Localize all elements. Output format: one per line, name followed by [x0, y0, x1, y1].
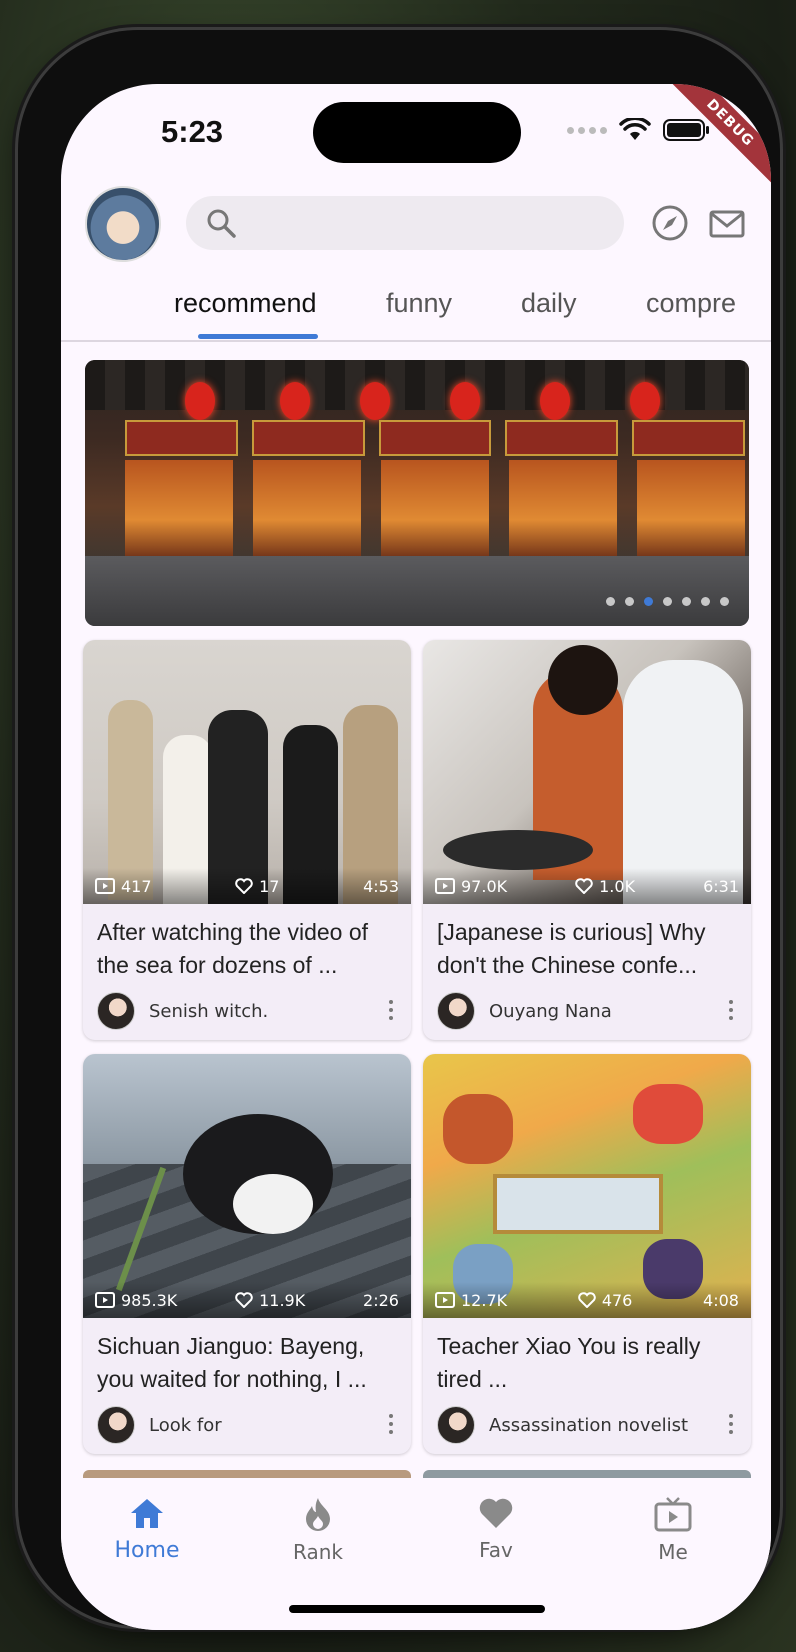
more-options-icon[interactable] [729, 1000, 735, 1024]
carousel-dot[interactable] [625, 597, 634, 606]
video-card-peek [423, 1470, 751, 1478]
author-avatar[interactable] [437, 1406, 475, 1444]
home-icon [131, 1499, 163, 1528]
video-title[interactable]: Sichuan Jianguo: Bayeng, you waited for … [97, 1330, 397, 1396]
video-thumbnail[interactable]: 417 17 4:53 [83, 640, 411, 904]
search-icon [207, 209, 236, 238]
video-card[interactable]: 985.3K 11.9K 2:26 Sichuan Jianguo: Bayen… [83, 1054, 411, 1454]
tab-compre[interactable]: compre [646, 288, 736, 319]
like-count: 1.0K [599, 876, 636, 896]
heart-icon [479, 1498, 513, 1528]
tv-icon [654, 1497, 692, 1532]
tab-recommend[interactable]: recommend [174, 288, 317, 319]
like-icon [235, 878, 253, 894]
more-options-icon[interactable] [389, 1000, 395, 1024]
nav-home[interactable]: Home [97, 1496, 197, 1563]
carousel-dot[interactable] [663, 597, 672, 606]
video-card[interactable]: 97.0K 1.0K 6:31 [Japanese is curious] Wh… [423, 640, 751, 1040]
video-thumbnail[interactable]: 97.0K 1.0K 6:31 [423, 640, 751, 904]
banner-carousel[interactable] [85, 360, 749, 626]
nav-rank-label: Rank [293, 1540, 343, 1564]
nav-fav[interactable]: Fav [446, 1496, 546, 1562]
like-count: 17 [259, 876, 280, 896]
video-thumbnail[interactable]: 985.3K 11.9K 2:26 [83, 1054, 411, 1318]
author-avatar[interactable] [97, 992, 135, 1030]
battery-icon [663, 119, 709, 141]
nav-rank[interactable]: Rank [268, 1496, 368, 1564]
like-count: 476 [601, 1290, 633, 1310]
status-time: 5:23 [161, 114, 224, 149]
status-icons [567, 118, 711, 142]
video-duration: 4:53 [363, 876, 399, 896]
author-name[interactable]: Look for [149, 1415, 222, 1436]
author-name[interactable]: Ouyang Nana [489, 1001, 612, 1022]
like-icon [575, 878, 593, 894]
cellular-signal-icon [567, 126, 607, 134]
play-count-icon [435, 1292, 455, 1308]
like-icon [235, 1292, 253, 1308]
nav-me[interactable]: Me [623, 1496, 723, 1564]
carousel-dot[interactable] [720, 597, 729, 606]
carousel-dot[interactable] [606, 597, 615, 606]
tab-funny[interactable]: funny [386, 288, 452, 319]
flame-icon [306, 1498, 330, 1531]
play-count-icon [95, 1292, 115, 1308]
app-screen: 5:23 DEBUG recommend funny daily compre … [61, 84, 771, 1630]
home-indicator[interactable] [289, 1605, 545, 1613]
video-duration: 6:31 [703, 876, 739, 896]
video-duration: 2:26 [363, 1290, 399, 1310]
view-count: 985.3K [121, 1290, 178, 1310]
wifi-icon [619, 118, 651, 140]
author-name[interactable]: Assassination novelist [489, 1415, 688, 1436]
like-icon [578, 1292, 596, 1308]
mail-icon[interactable] [709, 204, 745, 242]
more-options-icon[interactable] [389, 1414, 395, 1438]
nav-fav-label: Fav [479, 1538, 513, 1562]
carousel-dot-active[interactable] [644, 597, 653, 606]
more-options-icon[interactable] [729, 1414, 735, 1438]
author-avatar[interactable] [437, 992, 475, 1030]
video-title[interactable]: After watching the video of the sea for … [97, 916, 397, 982]
view-count: 97.0K [461, 876, 508, 896]
video-title[interactable]: [Japanese is curious] Why don't the Chin… [437, 916, 737, 982]
play-count-icon [435, 878, 455, 894]
user-avatar[interactable] [85, 186, 161, 262]
carousel-dot[interactable] [701, 597, 710, 606]
carousel-dot[interactable] [682, 597, 691, 606]
search-input[interactable] [246, 212, 624, 234]
carousel-indicator [606, 597, 729, 606]
author-avatar[interactable] [97, 1406, 135, 1444]
like-count: 11.9K [259, 1290, 306, 1310]
play-count-icon [95, 878, 115, 894]
author-name[interactable]: Senish witch. [149, 1001, 268, 1022]
video-title[interactable]: Teacher Xiao You is really tired ... [437, 1330, 737, 1396]
video-thumbnail[interactable]: 12.7K 476 4:08 [423, 1054, 751, 1318]
video-card-peek [83, 1470, 411, 1478]
compass-icon[interactable] [651, 204, 689, 242]
tab-indicator [198, 334, 318, 339]
video-duration: 4:08 [703, 1290, 739, 1310]
nav-me-label: Me [658, 1540, 688, 1564]
video-card[interactable]: 12.7K 476 4:08 Teacher Xiao You is reall… [423, 1054, 751, 1454]
search-bar[interactable] [186, 196, 624, 250]
video-card[interactable]: 417 17 4:53 After watching the video of … [83, 640, 411, 1040]
phone-frame: 5:23 DEBUG recommend funny daily compre … [18, 30, 780, 1630]
dynamic-island [313, 102, 521, 163]
category-tabs: recommend funny daily compre [61, 284, 771, 342]
view-count: 417 [121, 876, 152, 896]
tab-daily[interactable]: daily [521, 288, 577, 319]
view-count: 12.7K [461, 1290, 508, 1310]
nav-home-label: Home [114, 1538, 180, 1563]
